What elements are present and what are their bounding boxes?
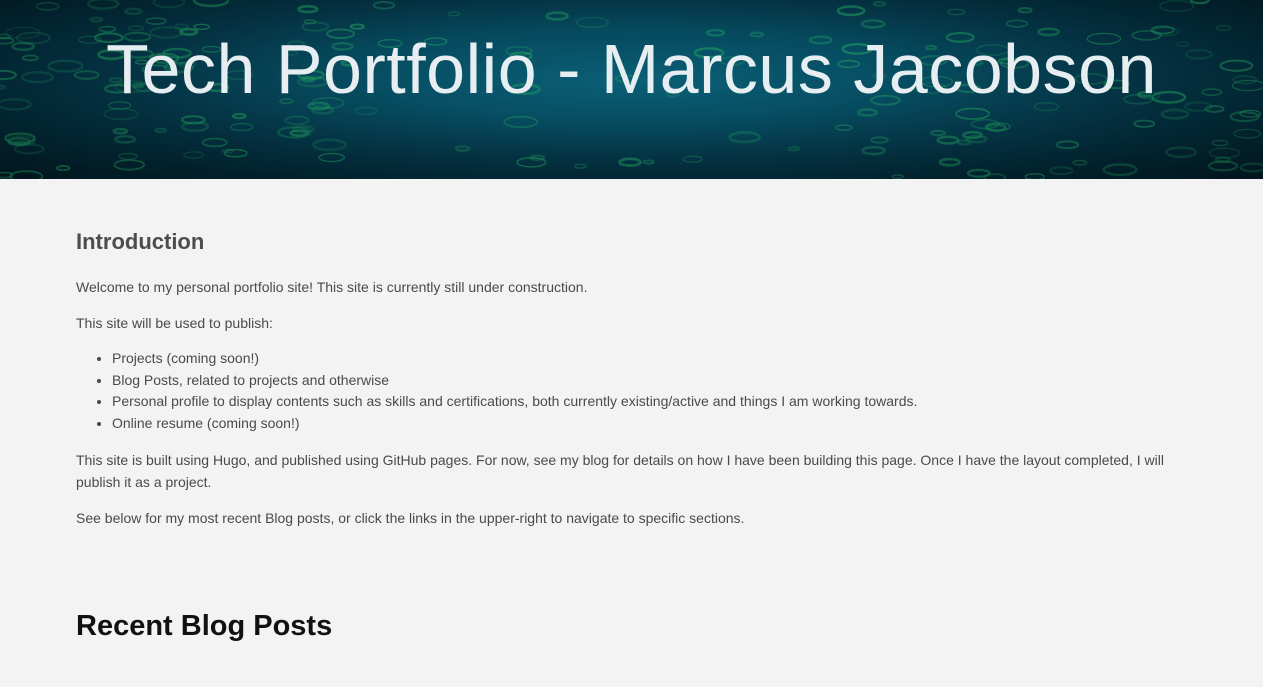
binary-digit-glyph [1055, 140, 1080, 150]
binary-digit-glyph [870, 136, 889, 144]
binary-digit-glyph [936, 135, 960, 145]
introduction-heading: Introduction [76, 229, 205, 254]
binary-digit-glyph [230, 122, 254, 132]
built-with-paragraph: This site is built using Hugo, and publi… [76, 451, 1164, 490]
binary-digit-glyph [1239, 162, 1263, 173]
binary-digit-glyph [1159, 0, 1195, 13]
binary-digit-glyph [231, 112, 247, 120]
binary-digit-glyph [1133, 119, 1156, 128]
binary-digit-glyph [891, 174, 904, 179]
binary-digit-glyph [575, 16, 610, 29]
binary-digit-glyph [966, 168, 991, 178]
binary-digit-glyph [312, 138, 347, 152]
main-content: Introduction Welcome to my personal port… [76, 179, 1206, 643]
list-item: Online resume (coming soon!) [112, 413, 1206, 435]
binary-digit-glyph [682, 155, 703, 163]
binary-digit-glyph [201, 137, 228, 148]
binary-digit-glyph [55, 165, 71, 172]
recent-blog-posts-heading: Recent Blog Posts [76, 609, 333, 642]
binary-digit-glyph [1208, 147, 1241, 159]
binary-digit-glyph [1005, 19, 1029, 28]
list-item: Blog Posts, related to projects and othe… [112, 370, 1206, 392]
binary-digit-glyph [349, 23, 365, 30]
binary-digit-glyph [861, 145, 886, 156]
introduction-section: Introduction Welcome to my personal port… [76, 229, 1206, 529]
binary-digit-glyph [154, 127, 168, 134]
binary-digit-glyph [354, 106, 378, 116]
binary-digit-glyph [117, 152, 138, 161]
binary-digit-glyph [114, 135, 137, 144]
binary-digit-glyph [124, 7, 143, 16]
welcome-paragraph: Welcome to my personal portfolio site! T… [76, 279, 588, 295]
binary-digit-glyph [372, 1, 396, 10]
binary-digit-glyph [947, 8, 966, 16]
binary-digit-glyph [545, 11, 569, 21]
binary-digit-glyph [145, 17, 167, 25]
binary-digit-glyph [1165, 146, 1198, 159]
binary-digit-glyph [503, 115, 539, 129]
binary-digit-glyph [447, 11, 461, 17]
binary-digit-glyph [1233, 128, 1262, 139]
list-item: Projects (coming soon!) [112, 348, 1206, 370]
binary-digit-glyph [152, 0, 186, 9]
binary-digit-glyph [297, 4, 319, 14]
binary-digit-glyph [9, 170, 44, 179]
binary-digit-glyph [787, 145, 801, 152]
binary-digit-glyph [1102, 163, 1138, 177]
recent-blog-posts-section: Recent Blog Posts [76, 609, 1206, 643]
publish-list: Projects (coming soon!) Blog Posts, rela… [76, 348, 1206, 435]
binary-digit-glyph [1211, 139, 1229, 147]
binary-digit-glyph [856, 108, 879, 117]
binary-digit-glyph [574, 163, 588, 169]
site-title: Tech Portfolio - Marcus Jacobson [106, 30, 1157, 108]
binary-digit-glyph [14, 143, 45, 155]
binary-digit-glyph [183, 151, 204, 159]
binary-digit-glyph [35, 1, 60, 11]
binary-digit-glyph [728, 131, 761, 144]
binary-digit-glyph [89, 16, 104, 23]
binary-digit-glyph [642, 159, 655, 165]
binary-digit-glyph [835, 124, 853, 131]
binary-digit-glyph [1049, 166, 1074, 176]
binary-digit-glyph [1189, 0, 1210, 5]
binary-digit-glyph [1017, 7, 1033, 14]
hero-banner: Tech Portfolio - Marcus Jacobson [0, 0, 1263, 179]
binary-digit-glyph [930, 129, 946, 137]
see-below-paragraph: See below for my most recent Blog posts,… [76, 509, 745, 526]
binary-digit-glyph [87, 0, 120, 10]
binary-digit-glyph [836, 5, 866, 17]
binary-digit-glyph [192, 0, 230, 8]
binary-digit-glyph [938, 157, 961, 167]
list-item: Personal profile to display contents suc… [112, 391, 1206, 413]
publish-lead-paragraph: This site will be used to publish: [76, 315, 273, 331]
binary-digit-glyph [113, 159, 145, 171]
binary-digit-glyph [860, 19, 886, 29]
binary-digit-glyph [103, 107, 139, 121]
binary-digit-glyph [955, 107, 991, 120]
binary-digit-glyph [284, 115, 310, 126]
binary-digit-glyph [193, 23, 211, 30]
binary-digit-glyph [1160, 108, 1190, 120]
binary-digit-glyph [112, 127, 129, 135]
binary-digit-glyph [618, 157, 642, 167]
binary-digit-glyph [1072, 159, 1088, 166]
binary-digit-glyph [454, 145, 471, 152]
binary-digit-glyph [318, 152, 346, 163]
binary-digit-glyph [872, 0, 887, 7]
